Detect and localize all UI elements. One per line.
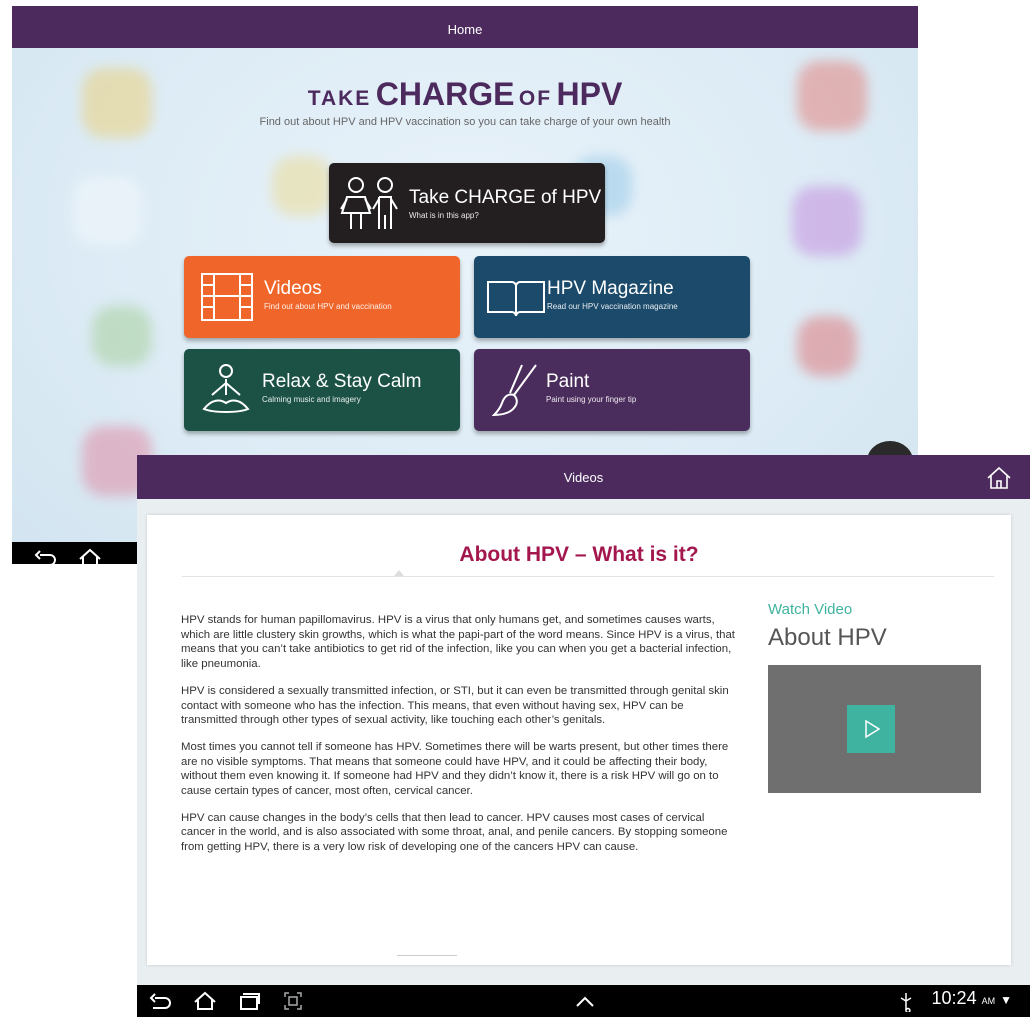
watch-video-label: Watch Video [768,601,853,618]
home-header-bar: Home [12,6,918,48]
play-button[interactable] [847,705,895,753]
background-blur [792,186,862,256]
children-icon [340,177,398,229]
background-blur [272,156,332,216]
tile-subtitle: Find out about HPV and vaccination [264,302,392,311]
chevron-up-icon[interactable] [575,996,595,1008]
status-time: 10:24 [931,988,977,1008]
back-icon[interactable] [34,549,58,564]
play-icon [865,719,881,739]
recent-apps-icon[interactable] [237,991,261,1011]
app-title: TAKE CHARGE OF HPV [12,76,918,113]
divider-notch [394,570,404,576]
article-paragraph: HPV can cause changes in the body’s cell… [181,811,728,854]
home-header-title: Home [447,22,483,37]
article-paragraph: HPV stands for human papillomavirus. HPV… [181,614,735,671]
app-subtitle: Find out about HPV and HPV vaccination s… [259,116,671,128]
background-blur [92,306,152,366]
tile-title: Take CHARGE of HPV [409,187,602,208]
paintbrush-icon [492,364,537,417]
app-title-of: OF [518,87,553,110]
background-blur [72,176,142,246]
home-icon[interactable] [985,464,1013,492]
videos-header-bar: Videos [137,455,1030,499]
take-charge-tile[interactable]: Take CHARGE of HPV What is in this app? [329,163,605,243]
home-nav-icon[interactable] [78,548,102,564]
status-ampm: AM [981,996,996,1006]
home-system-nav-bar [12,542,152,564]
wifi-icon: ▼ [1000,993,1012,1007]
home-nav-icon[interactable] [193,991,217,1011]
back-icon[interactable] [149,992,173,1012]
tile-subtitle: What is in this app? [409,211,479,220]
usb-icon [900,993,912,1012]
paint-tile[interactable]: Paint Paint using your finger tip [474,349,750,431]
background-blur [797,316,857,376]
article-paragraph: Most times you cannot tell if someone ha… [181,740,729,798]
app-title-hpv: HPV [556,76,623,112]
article-paragraph: HPV is considered a sexually transmitted… [181,684,729,727]
article-title: About HPV – What is it? [459,543,699,566]
title-divider [182,576,994,577]
tile-title: Paint [546,371,590,392]
relax-tile[interactable]: Relax & Stay Calm Calming music and imag… [184,349,460,431]
status-clock: 10:24 AM ▼ [932,988,1012,1009]
tile-subtitle: Paint using your finger tip [546,395,637,404]
video-thumbnail[interactable] [768,665,981,793]
tile-subtitle: Read our HPV vaccination magazine [547,302,678,311]
tile-title: Videos [264,278,322,299]
screenshot-icon[interactable] [283,991,303,1011]
scroll-indicator [397,955,457,956]
app-title-charge: CHARGE [375,76,515,112]
videos-screen: Videos About HPV – What is it? HPV stand… [137,455,1030,1017]
videos-tile[interactable]: Videos Find out about HPV and vaccinatio… [184,256,460,338]
tile-title: Relax & Stay Calm [262,371,422,392]
tile-subtitle: Calming music and imagery [262,395,361,404]
article-card: About HPV – What is it? HPV stands for h… [147,515,1011,965]
film-icon [201,273,253,321]
article-body: HPV stands for human papillomavirus. HPV… [181,613,741,867]
meditation-icon [202,364,250,413]
tile-title: HPV Magazine [547,278,674,299]
watch-video-title: About HPV [768,624,887,651]
hpv-magazine-tile[interactable]: HPV Magazine Read our HPV vaccination ma… [474,256,750,338]
videos-header-title: Videos [563,470,604,485]
system-nav-bar: 10:24 AM ▼ [137,985,1030,1017]
book-icon [487,281,545,317]
app-title-take: TAKE [307,87,372,110]
